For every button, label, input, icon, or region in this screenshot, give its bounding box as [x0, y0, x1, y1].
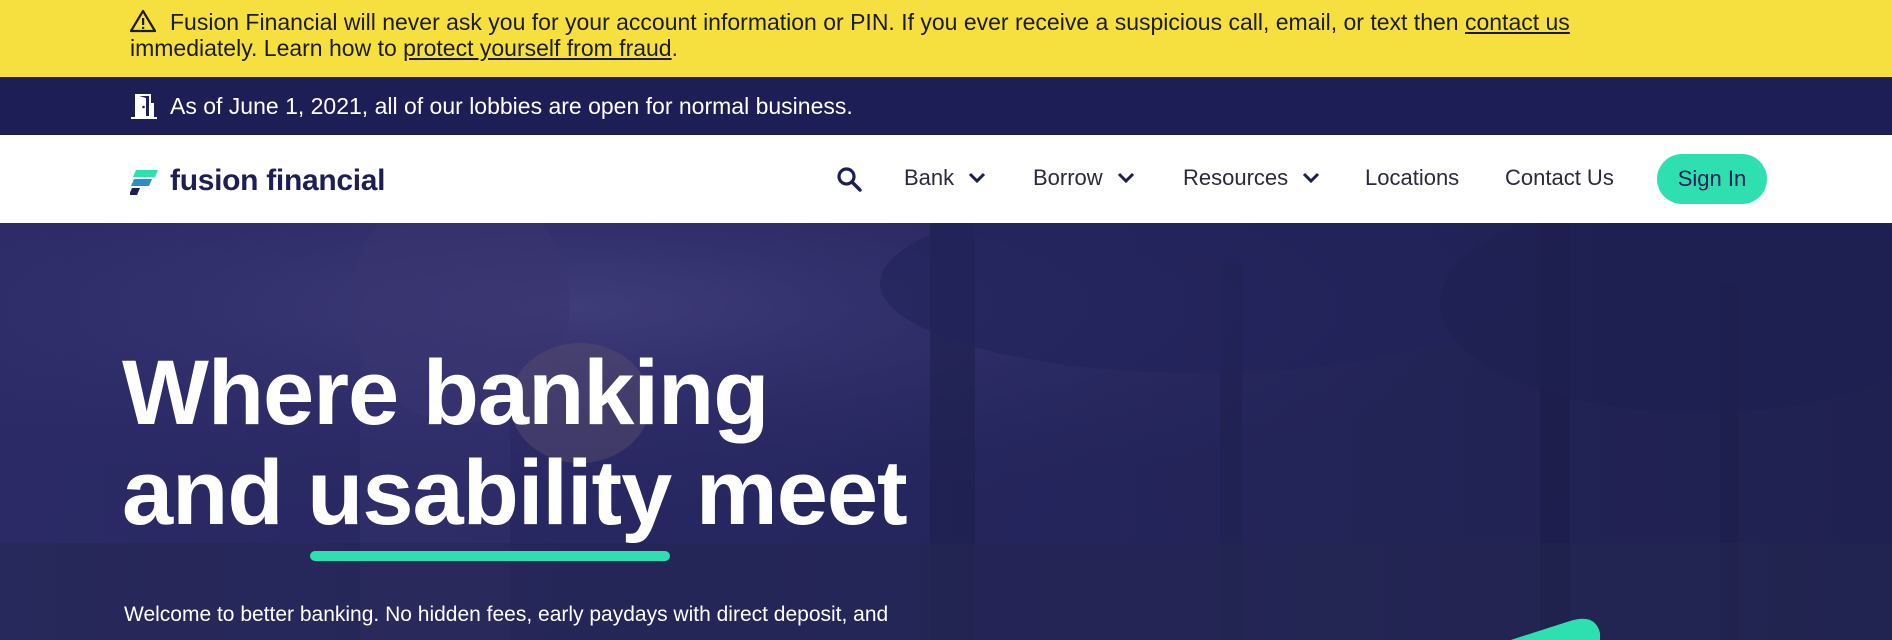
hero-subtitle: Welcome to better banking. No hidden fee… — [124, 603, 889, 626]
fraud-protection-link[interactable]: protect yourself from fraud — [403, 35, 671, 61]
alert-period: . — [671, 35, 678, 61]
nav-resources-label: Resources — [1183, 165, 1289, 190]
sign-in-button[interactable]: Sign In — [1657, 154, 1767, 204]
search-icon[interactable] — [836, 166, 862, 192]
alert-text-2: immediately. Learn how to — [130, 35, 404, 61]
alert-line-2: immediately. Learn how to protect yourse… — [130, 35, 678, 61]
site-header: fusion financial Bank Borrow Resources L… — [0, 135, 1892, 223]
alert-text: Fusion Financial will never ask you for … — [170, 9, 1465, 35]
nav-contact-us[interactable]: Contact Us — [1505, 165, 1614, 191]
nav-locations-label: Locations — [1365, 165, 1460, 190]
accent-shape — [1510, 618, 1600, 640]
contact-us-link[interactable]: contact us — [1465, 9, 1570, 35]
hero-title-line-2a: and — [122, 442, 308, 544]
nav-bank[interactable]: Bank — [904, 165, 986, 191]
logo[interactable]: fusion financial — [130, 164, 386, 198]
highlight-underline — [310, 551, 670, 561]
alert-line-1: Fusion Financial will never ask you for … — [170, 9, 1570, 35]
sign-in-label: Sign In — [1677, 166, 1747, 191]
nav-borrow[interactable]: Borrow — [1033, 165, 1135, 191]
hero-title: Where banking and usability meet — [122, 342, 908, 544]
lobby-notice-bar: As of June 1, 2021, all of our lobbies a… — [0, 77, 1892, 135]
hero-title-line-2b: meet — [671, 442, 908, 544]
hero-title-highlight: usability — [307, 442, 672, 544]
nav-borrow-label: Borrow — [1033, 165, 1103, 190]
chevron-down-icon — [1303, 172, 1320, 184]
nav-contact-label: Contact Us — [1505, 165, 1614, 190]
lobby-notice-text: As of June 1, 2021, all of our lobbies a… — [170, 93, 853, 119]
nav-bank-label: Bank — [904, 165, 955, 190]
logo-mark-icon — [130, 170, 158, 195]
hero-section: Where banking and usability meet Welcome… — [0, 223, 1892, 640]
fraud-alert-banner: Fusion Financial will never ask you for … — [0, 0, 1892, 77]
chevron-down-icon — [1117, 172, 1134, 184]
nav-locations[interactable]: Locations — [1365, 165, 1459, 191]
nav-resources[interactable]: Resources — [1183, 165, 1320, 191]
hero-title-line-1: Where banking — [122, 342, 769, 444]
chevron-down-icon — [969, 172, 986, 184]
logo-text: fusion financial — [170, 164, 386, 197]
warning-icon — [130, 9, 156, 33]
door-icon — [131, 94, 157, 119]
